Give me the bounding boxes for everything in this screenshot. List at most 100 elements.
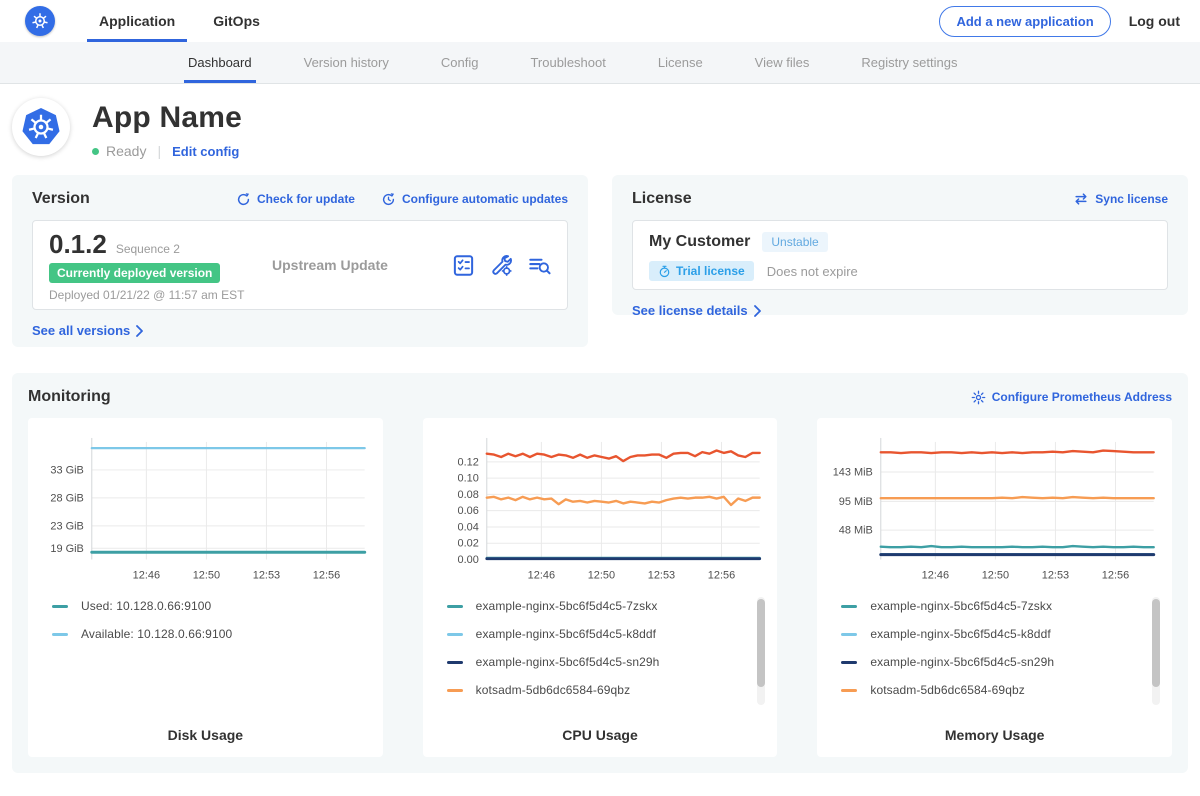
legend-label: example-nginx-5bc6f5d4c5-k8ddf <box>870 627 1050 641</box>
edit-config-link[interactable]: Edit config <box>172 144 239 159</box>
version-source: Upstream Update <box>254 257 452 273</box>
memory-usage-legend: example-nginx-5bc6f5d4c5-7zskx example-ng… <box>827 595 1162 717</box>
version-sequence: Sequence 2 <box>116 242 180 256</box>
version-card-title: Version <box>32 190 90 208</box>
legend-label: example-nginx-5bc6f5d4c5-sn29h <box>476 655 660 669</box>
legend-swatch <box>841 605 857 608</box>
disk-usage-legend: Used: 10.128.0.66:9100 Available: 10.128.… <box>38 595 373 717</box>
legend-item: example-nginx-5bc6f5d4c5-k8ddf <box>841 627 1142 641</box>
subnav-tab-troubleshoot[interactable]: Troubleshoot <box>504 42 631 83</box>
configure-automatic-updates-link[interactable]: Configure automatic updates <box>381 192 568 207</box>
nav-spacer <box>286 0 940 42</box>
license-expiry: Does not expire <box>767 264 858 279</box>
legend-label: example-nginx-5bc6f5d4c5-k8ddf <box>476 627 656 641</box>
legend-label: kotsadm-5db6dc6584-69qbz <box>476 683 631 697</box>
chevron-right-icon <box>753 305 762 317</box>
preflight-checks-button[interactable] <box>452 254 475 277</box>
legend-scrollbar[interactable] <box>757 597 765 705</box>
legend-swatch <box>841 689 857 692</box>
nav-tab-application[interactable]: Application <box>87 0 187 42</box>
svg-text:28 GiB: 28 GiB <box>50 492 83 504</box>
gear-icon <box>971 390 986 405</box>
edit-config-button[interactable] <box>490 254 513 277</box>
scrollbar-thumb[interactable] <box>1152 599 1160 687</box>
refresh-icon <box>236 192 251 207</box>
svg-text:0.00: 0.00 <box>457 554 478 566</box>
legend-scrollbar[interactable] <box>1152 597 1160 705</box>
legend-label: example-nginx-5bc6f5d4c5-7zskx <box>476 599 658 613</box>
app-sub-nav: DashboardVersion historyConfigTroublesho… <box>0 42 1200 84</box>
subnav-tab-config[interactable]: Config <box>415 42 505 83</box>
legend-item: kotsadm-5db6dc6584-69qbz <box>447 683 748 697</box>
logout-button[interactable]: Log out <box>1129 13 1180 29</box>
subnav-tab-registry-settings[interactable]: Registry settings <box>835 42 983 83</box>
app-avatar <box>12 98 70 156</box>
svg-text:12:53: 12:53 <box>1042 569 1069 581</box>
see-all-versions-link[interactable]: See all versions <box>32 323 144 338</box>
legend-swatch <box>52 633 68 636</box>
schedule-update-icon <box>381 192 396 207</box>
subnav-tab-view-files[interactable]: View files <box>729 42 836 83</box>
legend-item: example-nginx-5bc6f5d4c5-7zskx <box>447 599 748 613</box>
legend-item: Used: 10.128.0.66:9100 <box>52 599 353 613</box>
legend-swatch <box>447 661 463 664</box>
status-text: Ready <box>106 143 146 159</box>
page-title: App Name <box>92 101 242 135</box>
subnav-tab-version-history[interactable]: Version history <box>278 42 415 83</box>
legend-item: kotsadm-5db6dc6584-69qbz <box>841 683 1142 697</box>
legend-label: Used: 10.128.0.66:9100 <box>81 599 211 613</box>
legend-swatch <box>447 689 463 692</box>
chart-card-cpu-usage: 0.120.100.080.060.040.020.0012:4612:5012… <box>423 418 778 757</box>
svg-text:33 GiB: 33 GiB <box>50 464 83 476</box>
svg-text:19 GiB: 19 GiB <box>50 543 83 555</box>
checklist-icon <box>452 254 475 277</box>
monitoring-title: Monitoring <box>28 388 111 406</box>
svg-text:0.02: 0.02 <box>457 538 478 550</box>
scrollbar-thumb[interactable] <box>757 599 765 687</box>
channel-badge: Unstable <box>762 232 827 252</box>
summary-cards-row: Version Check for update Configure au <box>0 175 1200 347</box>
add-application-button[interactable]: Add a new application <box>939 6 1110 37</box>
top-nav: ApplicationGitOps Add a new application … <box>0 0 1200 42</box>
view-deploy-logs-button[interactable] <box>528 254 551 277</box>
svg-text:23 GiB: 23 GiB <box>50 520 83 532</box>
monitoring-card: Monitoring Configure Prometheus Address … <box>12 373 1188 773</box>
configure-prometheus-link[interactable]: Configure Prometheus Address <box>971 390 1172 405</box>
svg-text:12:50: 12:50 <box>587 569 614 581</box>
svg-text:0.06: 0.06 <box>457 505 478 517</box>
legend-swatch <box>52 605 68 608</box>
memory-usage-chart-title: Memory Usage <box>827 727 1162 743</box>
legend-label: Available: 10.128.0.66:9100 <box>81 627 232 641</box>
chart-card-memory-usage: 143 MiB95 MiB48 MiB12:4612:5012:5312:56e… <box>817 418 1172 757</box>
legend-label: example-nginx-5bc6f5d4c5-sn29h <box>870 655 1054 669</box>
legend-label: example-nginx-5bc6f5d4c5-7zskx <box>870 599 1052 613</box>
subnav-tab-license[interactable]: License <box>632 42 729 83</box>
wrench-gear-icon <box>490 254 513 277</box>
kubernetes-app-icon <box>21 107 61 147</box>
svg-text:0.04: 0.04 <box>457 521 478 533</box>
legend-item: example-nginx-5bc6f5d4c5-sn29h <box>447 655 748 669</box>
legend-item: example-nginx-5bc6f5d4c5-sn29h <box>841 655 1142 669</box>
app-header: App Name Ready | Edit config <box>0 84 1200 175</box>
legend-swatch <box>447 605 463 608</box>
svg-text:12:46: 12:46 <box>527 569 554 581</box>
customer-name: My Customer <box>649 233 750 251</box>
nav-tab-gitops[interactable]: GitOps <box>201 0 272 42</box>
svg-text:12:56: 12:56 <box>1102 569 1129 581</box>
see-license-details-link[interactable]: See license details <box>632 303 762 318</box>
kubernetes-logo-icon <box>25 6 55 36</box>
svg-text:12:53: 12:53 <box>647 569 674 581</box>
sync-license-link[interactable]: Sync license <box>1073 192 1168 206</box>
version-number: 0.1.2 <box>49 229 107 260</box>
license-card-title: License <box>632 190 692 208</box>
subnav-tab-dashboard[interactable]: Dashboard <box>162 42 278 83</box>
check-for-update-link[interactable]: Check for update <box>236 192 355 207</box>
deployed-timestamp: Deployed 01/21/22 @ 11:57 am EST <box>49 288 254 302</box>
legend-item: example-nginx-5bc6f5d4c5-k8ddf <box>447 627 748 641</box>
cpu-usage-chart: 0.120.100.080.060.040.020.0012:4612:5012… <box>433 430 768 587</box>
cpu-usage-legend: example-nginx-5bc6f5d4c5-7zskx example-ng… <box>433 595 768 717</box>
svg-text:95 MiB: 95 MiB <box>839 496 873 508</box>
status-dot <box>92 148 99 155</box>
svg-text:12:53: 12:53 <box>253 569 280 581</box>
svg-text:0.12: 0.12 <box>457 456 478 468</box>
